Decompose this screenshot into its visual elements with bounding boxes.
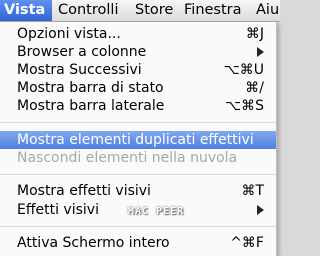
menubar-item-aiuto[interactable]: Aiu xyxy=(256,0,279,21)
watermark-text: MAC PEER xyxy=(128,206,185,217)
menubar-item-store[interactable]: Store xyxy=(135,0,173,21)
menubar-item-vista[interactable]: Vista xyxy=(0,0,53,21)
menubar-item-finestra[interactable]: Finestra xyxy=(184,0,242,21)
menu-item-label: Nascondi elementi nella nuvola xyxy=(17,150,238,166)
submenu-arrow-icon xyxy=(257,43,264,62)
menu-item-mostra-barra-laterale[interactable]: Mostra barra laterale ⌥⌘S xyxy=(0,97,276,115)
menu-separator xyxy=(0,174,276,175)
menu-item-label: Mostra elementi duplicati effettivi xyxy=(17,132,254,148)
menu-item-browser-a-colonne[interactable]: Browser a colonne xyxy=(0,43,276,61)
shortcut-text: ⌘T xyxy=(241,183,264,199)
menu-separator xyxy=(0,122,276,123)
menu-item-label: Mostra Successivi xyxy=(17,62,142,78)
menu-item-label: Attiva Schermo intero xyxy=(17,235,170,251)
shortcut-text: ⌥⌘S xyxy=(224,98,264,114)
menu-item-label: Opzioni vista... xyxy=(17,26,121,42)
menu-item-mostra-barra-di-stato[interactable]: Mostra barra di stato ⌘/ xyxy=(0,79,276,97)
menu-item-label: Mostra effetti visivi xyxy=(17,183,151,199)
menu-item-mostra-elementi-duplicati-effettivi[interactable]: Mostra elementi duplicati effettivi xyxy=(0,131,276,149)
shortcut-text: ⌘/ xyxy=(245,80,264,96)
shortcut-text: ⌘J xyxy=(245,26,264,42)
menu-item-opzioni-vista[interactable]: Opzioni vista... ⌘J xyxy=(0,25,276,43)
vista-dropdown-menu: Opzioni vista... ⌘J Browser a colonne Mo… xyxy=(0,22,277,256)
menu-item-label: Browser a colonne xyxy=(17,44,147,60)
menubar-item-controlli[interactable]: Controlli xyxy=(58,0,118,21)
menu-separator xyxy=(0,226,276,227)
shortcut-text: ⌥⌘U xyxy=(223,62,264,78)
menu-item-mostra-effetti-visivi[interactable]: Mostra effetti visivi ⌘T xyxy=(0,182,276,200)
menu-bar: Vista Controlli Store Finestra Aiu xyxy=(0,0,280,22)
menu-item-nascondi-elementi-nuvola[interactable]: Nascondi elementi nella nuvola xyxy=(0,149,276,167)
menu-item-attiva-schermo-intero[interactable]: Attiva Schermo intero ^⌘F xyxy=(0,234,276,252)
menu-item-mostra-successivi[interactable]: Mostra Successivi ⌥⌘U xyxy=(0,61,276,79)
menu-item-label: Effetti visivi xyxy=(17,202,99,218)
menu-item-label: Mostra barra laterale xyxy=(17,98,165,114)
menu-item-label: Mostra barra di stato xyxy=(17,80,164,96)
submenu-arrow-icon xyxy=(257,201,264,220)
shortcut-text: ^⌘F xyxy=(230,235,264,251)
